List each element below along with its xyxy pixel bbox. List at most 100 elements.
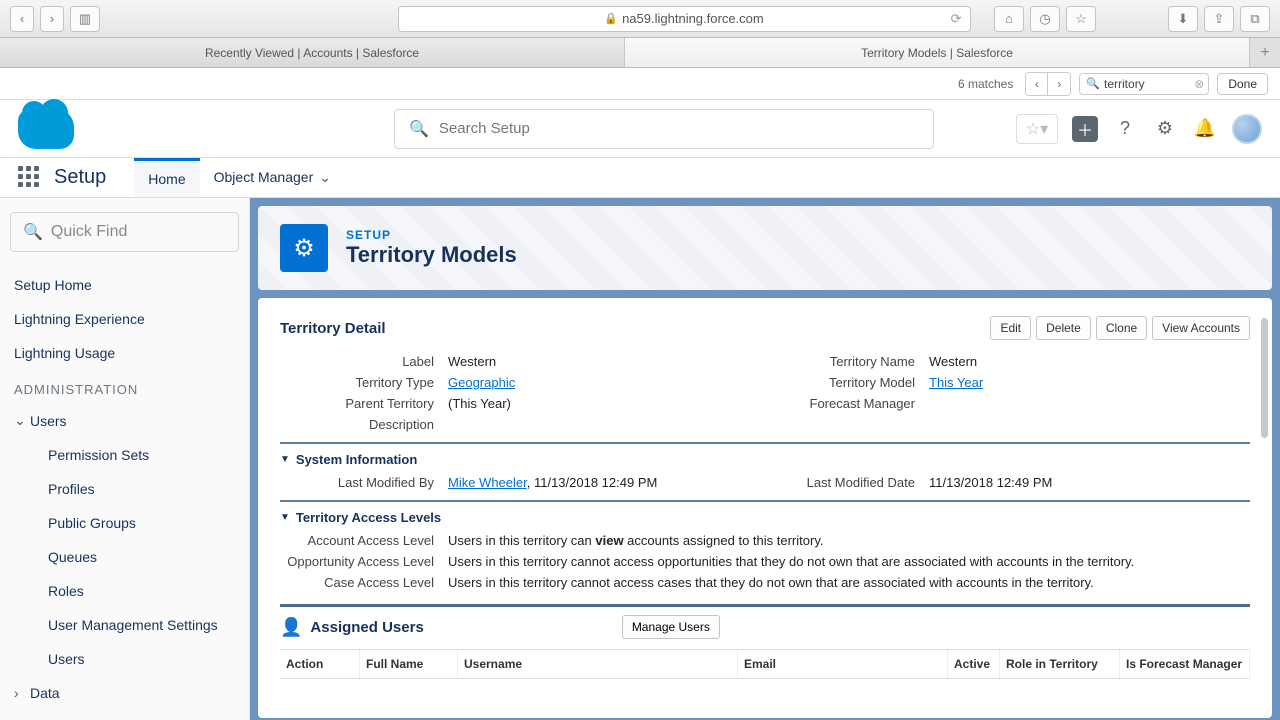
search-icon: 🔍: [23, 222, 43, 242]
assigned-users-heading: 👤 Assigned Users Manage Users: [280, 604, 1250, 639]
forecast-manager-value: [929, 396, 1250, 411]
context-nav: Setup Home Object Manager⌄: [0, 158, 1280, 198]
parent-territory-value: (This Year): [448, 396, 769, 411]
territory-access-levels-heading[interactable]: ▼Territory Access Levels: [280, 500, 1250, 525]
opportunity-access-label: Opportunity Access Level: [280, 554, 448, 569]
label-label: Label: [280, 354, 448, 369]
global-actions-button[interactable]: ＋: [1072, 116, 1098, 142]
find-prev-button[interactable]: ‹: [1026, 73, 1048, 95]
find-done-button[interactable]: Done: [1217, 73, 1268, 95]
page-eyebrow: SETUP: [346, 228, 517, 242]
territory-name-label: Territory Name: [769, 354, 929, 369]
sidebar-public-groups[interactable]: Public Groups: [10, 506, 239, 540]
search-icon: 🔍: [409, 119, 429, 139]
url-bar[interactable]: 🔒 na59.lightning.force.com ⟳: [398, 6, 971, 32]
browser-toolbar: ‹ › ▥ 🔒 na59.lightning.force.com ⟳ ⌂ ◷ ☆…: [0, 0, 1280, 38]
setup-sidebar: 🔍 Quick Find Setup Home Lightning Experi…: [0, 198, 250, 720]
last-modified-by-label: Last Modified By: [280, 475, 448, 490]
global-search[interactable]: 🔍: [394, 109, 934, 149]
user-icon: 👤: [280, 617, 302, 638]
triangle-down-icon: ▼: [280, 512, 290, 523]
back-button[interactable]: ‹: [10, 6, 34, 32]
label-value: Western: [448, 354, 769, 369]
notifications-icon[interactable]: 🔔: [1192, 116, 1218, 142]
view-accounts-button[interactable]: View Accounts: [1152, 316, 1250, 340]
delete-button[interactable]: Delete: [1036, 316, 1091, 340]
help-icon[interactable]: ?: [1112, 116, 1138, 142]
assigned-users-table-header: Action Full Name Username Email Active R…: [280, 649, 1250, 679]
browser-tab-1[interactable]: Territory Models | Salesforce: [625, 38, 1250, 67]
sidebar-lightning-usage[interactable]: Lightning Usage: [10, 336, 239, 370]
search-input[interactable]: [439, 120, 919, 137]
territory-name-value: Western: [929, 354, 1250, 369]
system-information-heading[interactable]: ▼System Information: [280, 442, 1250, 467]
territory-type-link[interactable]: Geographic: [448, 375, 515, 390]
sidebar-users-sub[interactable]: Users: [10, 642, 239, 676]
chevron-right-icon: ›: [14, 685, 30, 701]
territory-model-link[interactable]: This Year: [929, 375, 983, 390]
sidebar-profiles[interactable]: Profiles: [10, 472, 239, 506]
avatar[interactable]: [1232, 114, 1262, 144]
reload-icon[interactable]: ⟳: [951, 11, 962, 27]
download-icon[interactable]: ⬇: [1168, 6, 1198, 32]
territory-model-label: Territory Model: [769, 375, 929, 390]
url-text: na59.lightning.force.com: [622, 11, 764, 26]
browser-tab-0[interactable]: Recently Viewed | Accounts | Salesforce: [0, 38, 625, 67]
sidebar-toggle[interactable]: ▥: [70, 6, 100, 32]
sidebar-lightning-experience[interactable]: Lightning Experience: [10, 302, 239, 336]
sidebar-roles[interactable]: Roles: [10, 574, 239, 608]
lock-icon: 🔒: [604, 12, 618, 25]
sidebar-user-management-settings[interactable]: User Management Settings: [10, 608, 239, 642]
sidebar-email[interactable]: ›Email: [10, 710, 239, 720]
account-access-value: Users in this territory can view account…: [448, 533, 1250, 548]
quick-find-input[interactable]: 🔍 Quick Find: [10, 212, 239, 252]
sidebar-queues[interactable]: Queues: [10, 540, 239, 574]
last-modified-by-link[interactable]: Mike Wheeler: [448, 475, 527, 490]
tab-home[interactable]: Home: [134, 158, 199, 197]
edit-button[interactable]: Edit: [990, 316, 1031, 340]
main-content: ⚙ SETUP Territory Models Territory Detai…: [250, 198, 1280, 720]
clone-button[interactable]: Clone: [1096, 316, 1147, 340]
chevron-down-icon: ⌄: [14, 412, 30, 429]
app-launcher-icon[interactable]: [18, 166, 42, 190]
sidebar-data[interactable]: ›Data: [10, 676, 239, 710]
scrollbar[interactable]: [1261, 318, 1268, 438]
col-full-name: Full Name: [360, 650, 458, 678]
opportunity-access-value: Users in this territory cannot access op…: [448, 554, 1250, 569]
sidebar-setup-home[interactable]: Setup Home: [10, 268, 239, 302]
clear-icon[interactable]: ⊗: [1194, 77, 1204, 91]
cursor-icon: ➤: [906, 717, 924, 718]
sidebar-permission-sets[interactable]: Permission Sets: [10, 438, 239, 472]
chevron-down-icon: ⌄: [319, 169, 331, 185]
salesforce-logo[interactable]: [18, 109, 74, 149]
share-icon[interactable]: ⇪: [1204, 6, 1234, 32]
manage-users-button[interactable]: Manage Users: [622, 615, 720, 639]
find-next-button[interactable]: ›: [1048, 73, 1070, 95]
territory-type-label: Territory Type: [280, 375, 448, 390]
history-icon[interactable]: ◷: [1030, 6, 1060, 32]
find-bar: 6 matches ‹ › 🔍 territory ⊗ Done: [0, 68, 1280, 100]
account-access-label: Account Access Level: [280, 533, 448, 548]
description-value: [448, 417, 769, 432]
find-input[interactable]: 🔍 territory ⊗: [1079, 73, 1209, 95]
page-title: Territory Models: [346, 242, 517, 268]
triangle-down-icon: ▼: [280, 454, 290, 465]
forward-button[interactable]: ›: [40, 6, 64, 32]
app-header: 🔍 ☆▾ ＋ ? ⚙ 🔔: [0, 100, 1280, 158]
col-action: Action: [280, 650, 360, 678]
gear-icon[interactable]: ⚙: [1152, 116, 1178, 142]
browser-tabs: Recently Viewed | Accounts | Salesforce …: [0, 38, 1280, 68]
bookmark-icon[interactable]: ☆: [1066, 6, 1096, 32]
sidebar-section-administration: ADMINISTRATION: [10, 370, 239, 403]
col-forecast-manager: Is Forecast Manager: [1120, 650, 1250, 678]
col-email: Email: [738, 650, 948, 678]
tabs-icon[interactable]: ⧉: [1240, 6, 1270, 32]
favorites-button[interactable]: ☆▾: [1016, 114, 1058, 144]
new-tab-button[interactable]: +: [1250, 38, 1280, 67]
territory-detail-panel: Territory Detail Edit Delete Clone View …: [258, 298, 1272, 718]
sidebar-users[interactable]: ⌄Users: [10, 403, 239, 438]
detail-heading: Territory Detail: [280, 320, 386, 337]
col-username: Username: [458, 650, 738, 678]
home-icon[interactable]: ⌂: [994, 6, 1024, 32]
tab-object-manager[interactable]: Object Manager⌄: [200, 159, 345, 196]
